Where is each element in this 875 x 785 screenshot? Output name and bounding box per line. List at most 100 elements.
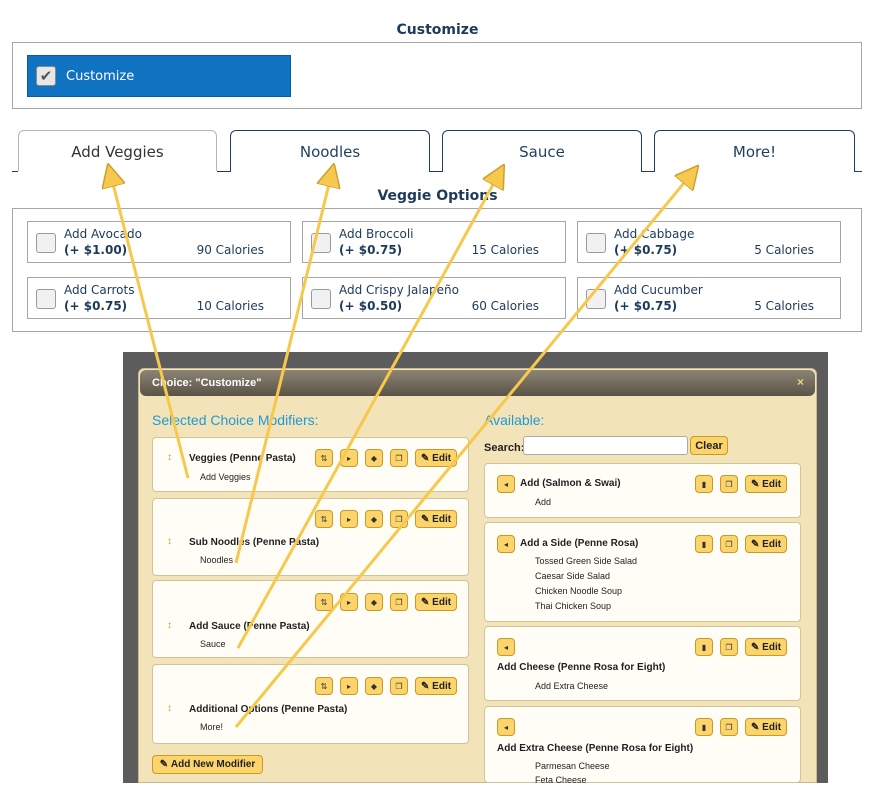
- edit-label: Edit: [432, 452, 452, 464]
- dialog-titlebar[interactable]: Choice: "Customize": [140, 370, 815, 396]
- active-tab-gap: [18, 171, 217, 172]
- move-icon[interactable]: ⇅: [315, 593, 333, 611]
- play-icon[interactable]: ▸: [340, 593, 358, 611]
- edit-button[interactable]: ✎ Edit: [745, 718, 788, 736]
- clear-button[interactable]: Clear: [690, 436, 728, 455]
- tag-icon[interactable]: ◆: [365, 677, 383, 695]
- trash-icon[interactable]: ▮: [695, 638, 713, 656]
- available-title: Add a Side (Penne Rosa): [520, 538, 639, 549]
- option-calories: 60 Calories: [471, 299, 539, 313]
- option-calories: 15 Calories: [471, 243, 539, 257]
- edit-button[interactable]: ✎ Edit: [745, 475, 788, 493]
- copy-icon[interactable]: ❐: [720, 475, 738, 493]
- option-cabbage[interactable]: Add Cabbage (+ $0.75) 5 Calories: [577, 221, 841, 263]
- modifier-title: Veggies (Penne Pasta): [189, 453, 296, 464]
- checkbox[interactable]: [311, 233, 331, 253]
- available-item: Parmesan Cheese: [535, 761, 610, 771]
- available-item: Caesar Side Salad: [535, 571, 611, 581]
- trash-icon[interactable]: ▮: [695, 535, 713, 553]
- play-icon[interactable]: ▸: [340, 449, 358, 467]
- tab-more[interactable]: More!: [654, 130, 855, 172]
- close-icon[interactable]: ×: [797, 375, 804, 389]
- option-avocado[interactable]: Add Avocado (+ $1.00) 90 Calories: [27, 221, 291, 263]
- trash-icon[interactable]: ▮: [695, 475, 713, 493]
- tab-sauce[interactable]: Sauce: [442, 130, 642, 172]
- tag-icon[interactable]: ◆: [365, 510, 383, 528]
- edit-button[interactable]: ✎ Edit: [745, 535, 788, 553]
- drag-handle-icon[interactable]: ↕: [167, 703, 172, 714]
- option-name: Add Avocado: [64, 227, 142, 241]
- edit-icon: ✎: [751, 538, 763, 550]
- play-icon[interactable]: ▸: [340, 677, 358, 695]
- option-price: (+ $1.00): [64, 243, 128, 257]
- checkbox[interactable]: [36, 289, 56, 309]
- available-item: Thai Chicken Soup: [535, 601, 612, 611]
- available-title: Add (Salmon & Swai): [520, 478, 621, 489]
- customize-button-label: Customize: [66, 68, 135, 84]
- add-arrow-icon[interactable]: ◂: [497, 718, 515, 736]
- add-arrow-icon[interactable]: ◂: [497, 638, 515, 656]
- customize-button[interactable]: ✔ Customize: [27, 55, 291, 97]
- edit-label: Edit: [762, 478, 782, 490]
- add-new-modifier-button[interactable]: ✎ Add New Modifier: [152, 755, 263, 774]
- copy-icon[interactable]: ❐: [720, 718, 738, 736]
- edit-button[interactable]: ✎ Edit: [415, 510, 458, 528]
- available-item: Add Extra Cheese: [535, 681, 609, 691]
- dialog-title: Choice: "Customize": [152, 377, 262, 389]
- edit-label: Edit: [762, 538, 782, 550]
- edit-icon: ✎: [421, 513, 433, 525]
- checkbox[interactable]: [586, 289, 606, 309]
- option-carrots[interactable]: Add Carrots (+ $0.75) 10 Calories: [27, 277, 291, 319]
- checkbox[interactable]: [311, 289, 331, 309]
- checkbox-checked-icon: ✔: [36, 66, 56, 86]
- modifier-title: Sub Noodles (Penne Pasta): [189, 537, 320, 548]
- move-icon[interactable]: ⇅: [315, 510, 333, 528]
- copy-icon[interactable]: ❐: [720, 638, 738, 656]
- drag-handle-icon[interactable]: ↕: [167, 452, 172, 463]
- option-calories: 10 Calories: [196, 299, 264, 313]
- option-calories: 5 Calories: [754, 243, 814, 257]
- customize-title: Customize: [396, 22, 479, 38]
- option-name: Add Cabbage: [614, 227, 695, 241]
- move-icon[interactable]: ⇅: [315, 677, 333, 695]
- option-broccoli[interactable]: Add Broccoli (+ $0.75) 15 Calories: [302, 221, 566, 263]
- copy-icon[interactable]: ❐: [390, 510, 408, 528]
- option-crispy-jalapeno[interactable]: Add Crispy Jalapeño (+ $0.50) 60 Calorie…: [302, 277, 566, 319]
- tag-icon[interactable]: ◆: [365, 593, 383, 611]
- tag-icon[interactable]: ◆: [365, 449, 383, 467]
- modifier-title: Additional Options (Penne Pasta): [189, 704, 348, 715]
- move-icon[interactable]: ⇅: [315, 449, 333, 467]
- checkbox[interactable]: [586, 233, 606, 253]
- option-price: (+ $0.75): [614, 299, 678, 313]
- edit-button[interactable]: ✎ Edit: [415, 593, 458, 611]
- available-item: Chicken Noodle Soup: [535, 586, 623, 596]
- trash-icon[interactable]: ▮: [695, 718, 713, 736]
- available-item: Tossed Green Side Salad: [535, 556, 638, 566]
- tab-noodles[interactable]: Noodles: [230, 130, 430, 172]
- edit-button[interactable]: ✎ Edit: [745, 638, 788, 656]
- available-item: Feta Cheese: [535, 775, 587, 785]
- modifier-subtitle: Sauce: [200, 639, 226, 649]
- add-new-modifier-label: Add New Modifier: [170, 759, 256, 770]
- search-label: Search:: [484, 442, 525, 454]
- add-arrow-icon[interactable]: ◂: [497, 475, 515, 493]
- option-calories: 5 Calories: [754, 299, 814, 313]
- edit-button[interactable]: ✎ Edit: [415, 677, 458, 695]
- play-icon[interactable]: ▸: [340, 510, 358, 528]
- drag-handle-icon[interactable]: ↕: [167, 620, 172, 631]
- drag-handle-icon[interactable]: ↕: [167, 536, 172, 547]
- copy-icon[interactable]: ❐: [390, 593, 408, 611]
- copy-icon[interactable]: ❐: [390, 449, 408, 467]
- option-cucumber[interactable]: Add Cucumber (+ $0.75) 5 Calories: [577, 277, 841, 319]
- option-name: Add Cucumber: [614, 283, 703, 297]
- option-name: Add Carrots: [64, 283, 135, 297]
- copy-icon[interactable]: ❐: [720, 535, 738, 553]
- tab-add-veggies[interactable]: Add Veggies: [18, 130, 217, 172]
- search-input[interactable]: [523, 436, 688, 455]
- option-price: (+ $0.75): [614, 243, 678, 257]
- copy-icon[interactable]: ❐: [390, 677, 408, 695]
- option-calories: 90 Calories: [196, 243, 264, 257]
- checkbox[interactable]: [36, 233, 56, 253]
- edit-button[interactable]: ✎ Edit: [415, 449, 458, 467]
- add-arrow-icon[interactable]: ◂: [497, 535, 515, 553]
